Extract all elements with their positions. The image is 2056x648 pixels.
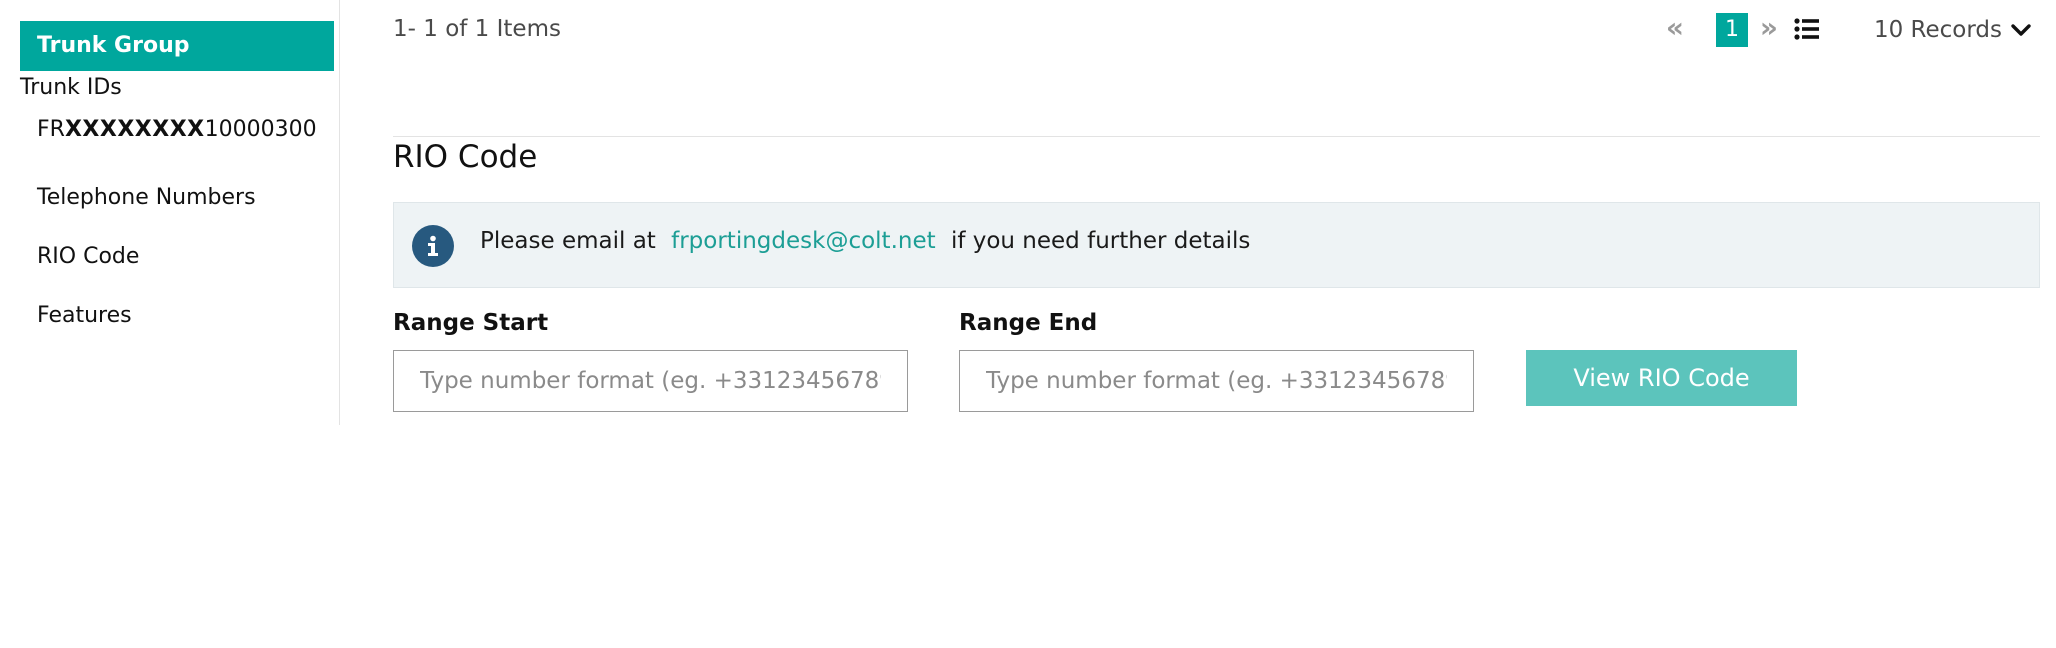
section-title: RIO Code [393, 139, 538, 175]
sidebar-header-trunk-group[interactable]: Trunk Group [20, 21, 334, 71]
records-per-page-label: 10 Records [1873, 17, 2002, 43]
sidebar-item-features[interactable]: Features [37, 302, 132, 330]
range-start-input[interactable] [393, 350, 908, 412]
section-divider [393, 136, 2040, 137]
list-icon[interactable] [1794, 17, 1820, 41]
info-message-prefix: Please email at [480, 228, 656, 254]
chevron-down-icon [2011, 24, 2031, 36]
info-banner: Please email at frportingdesk@colt.net i… [393, 202, 2040, 288]
info-icon [412, 225, 454, 267]
info-message: Please email at frportingdesk@colt.net i… [480, 221, 1250, 261]
trunk-id-prefix: FR [37, 117, 65, 142]
view-rio-code-button[interactable]: View RIO Code [1526, 350, 1797, 406]
double-chevron-left-icon[interactable]: « [1666, 12, 1684, 44]
page-button-current[interactable]: 1 [1716, 13, 1748, 47]
sidebar-item-trunk-id[interactable]: FRXXXXXXXX10000300 [37, 116, 317, 144]
range-start-label: Range Start [393, 310, 549, 336]
pagination: « 1 » 10 Records [1660, 12, 2040, 48]
double-chevron-right-icon[interactable]: » [1760, 12, 1778, 44]
range-end-input[interactable] [959, 350, 1474, 412]
info-message-suffix: if you need further details [950, 228, 1251, 254]
sidebar: Trunk Group Trunk IDs FRXXXXXXXX10000300… [0, 0, 340, 425]
trunk-id-suffix: 10000300 [204, 117, 317, 142]
sidebar-item-telephone-numbers[interactable]: Telephone Numbers [37, 184, 256, 212]
trunk-id-mask: XXXXXXXX [64, 117, 205, 142]
sidebar-item-rio-code[interactable]: RIO Code [37, 243, 139, 271]
main-content: 1- 1 of 1 Items « 1 » 10 Records RIO Cod… [393, 0, 2040, 430]
support-email-link[interactable]: frportingdesk@colt.net [671, 228, 936, 254]
items-count: 1- 1 of 1 Items [393, 16, 561, 42]
trunk-ids-label: Trunk IDs [20, 75, 122, 100]
range-end-label: Range End [959, 310, 1098, 336]
records-per-page-select[interactable]: 10 Records [1874, 13, 2032, 47]
